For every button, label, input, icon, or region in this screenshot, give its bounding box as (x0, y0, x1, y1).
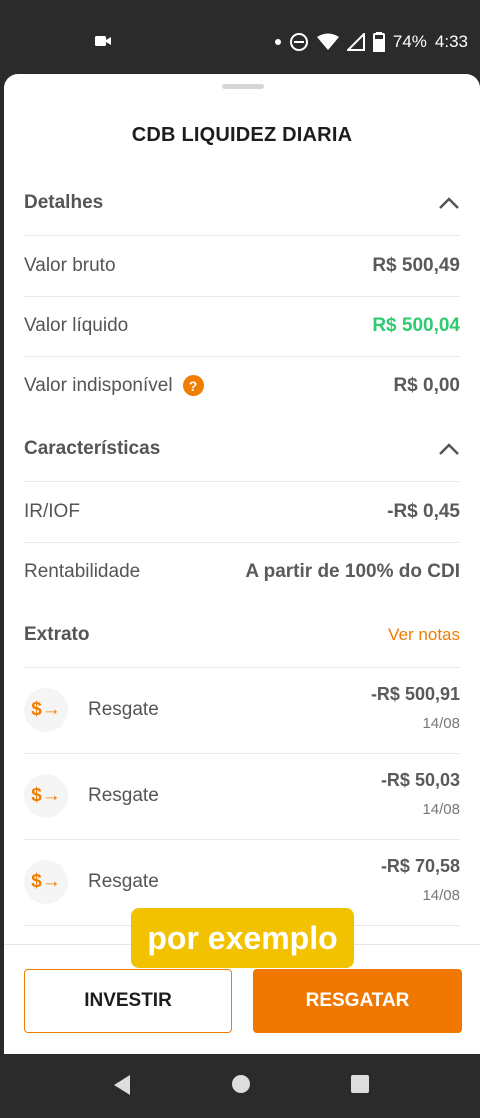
bottom-sheet: CDB LIQUIDEZ DIARIA Detalhes Valor bruto… (4, 74, 480, 1054)
page-title: CDB LIQUIDEZ DIARIA (131, 124, 353, 146)
row-value: R$ 500,49 (372, 255, 460, 276)
transaction-amount: -R$ 500,91 (370, 684, 460, 704)
detail-row-valor-liquido: Valor líquido R$ 500,04 (24, 296, 460, 357)
detail-row-ir-iof: IR/IOF -R$ 0,45 (24, 482, 460, 543)
row-value: R$ 0,00 (393, 375, 460, 396)
section-title: Características (24, 438, 161, 459)
wifi-icon (316, 33, 339, 50)
investir-button[interactable]: INVESTIR (24, 969, 232, 1033)
section-header-extrato: Extrato Ver notas (24, 603, 460, 668)
transaction-date: 14/08 (422, 801, 460, 818)
battery-icon (372, 32, 385, 52)
status-bar: 74% 4:33 (0, 0, 480, 84)
transaction-amount: -R$ 70,58 (380, 856, 460, 876)
detail-row-rentabilidade: Rentabilidade A partir de 100% do CDI (24, 542, 460, 602)
row-label-wrapper: Valor indisponível? (24, 375, 204, 397)
transaction-name: Resgate (88, 699, 159, 720)
detail-row-valor-bruto: Valor bruto R$ 500,49 (24, 236, 460, 297)
transaction-name: Resgate (88, 871, 159, 892)
system-navigation-bar (0, 1054, 480, 1118)
signal-icon (346, 33, 365, 51)
transaction-name: Resgate (88, 785, 159, 806)
ver-notas-link[interactable]: Ver notas (388, 625, 460, 645)
clock: 4:33 (434, 32, 468, 51)
row-value: R$ 500,04 (372, 315, 460, 336)
transaction-amount: -R$ 50,03 (380, 770, 460, 790)
chevron-up-icon[interactable] (438, 196, 460, 210)
row-label: Valor bruto (24, 255, 116, 276)
section-header-caracteristicas[interactable]: Características (24, 417, 460, 482)
row-label: Valor indisponível (24, 375, 173, 396)
video-camera-icon (95, 36, 111, 46)
row-label: Valor líquido (24, 315, 129, 336)
home-icon[interactable] (231, 1074, 251, 1094)
resgatar-button[interactable]: RESGATAR (253, 969, 462, 1033)
transaction-row[interactable]: $→ Resgate -R$ 50,03 14/08 (24, 753, 460, 840)
chevron-up-icon[interactable] (438, 442, 460, 456)
transaction-date: 14/08 (422, 887, 460, 904)
transaction-date: 14/08 (422, 715, 460, 732)
money-out-icon: $→ (24, 688, 68, 732)
row-value: -R$ 0,45 (387, 501, 460, 522)
back-icon[interactable] (112, 1074, 132, 1096)
dot-icon (274, 39, 281, 45)
section-header-detalhes[interactable]: Detalhes (24, 171, 460, 236)
money-out-icon: $→ (24, 774, 68, 818)
caption-overlay: por exemplo (131, 908, 354, 968)
section-title: Extrato (24, 624, 90, 645)
do-not-disturb-icon (289, 33, 308, 51)
money-out-icon: $→ (24, 860, 68, 904)
battery-percent: 74% (392, 32, 427, 51)
row-value: A partir de 100% do CDI (245, 561, 460, 582)
status-icons: 74% 4:33 (274, 30, 468, 54)
detail-row-valor-indisponivel: Valor indisponível? R$ 0,00 (24, 356, 460, 416)
row-label: Rentabilidade (24, 561, 141, 582)
help-icon[interactable]: ? (182, 375, 204, 397)
recents-icon[interactable] (350, 1074, 370, 1094)
sheet-drag-handle[interactable] (222, 84, 264, 89)
transaction-row[interactable]: $→ Resgate -R$ 500,91 14/08 (24, 667, 460, 754)
row-label: IR/IOF (24, 501, 80, 522)
section-title: Detalhes (24, 192, 104, 213)
